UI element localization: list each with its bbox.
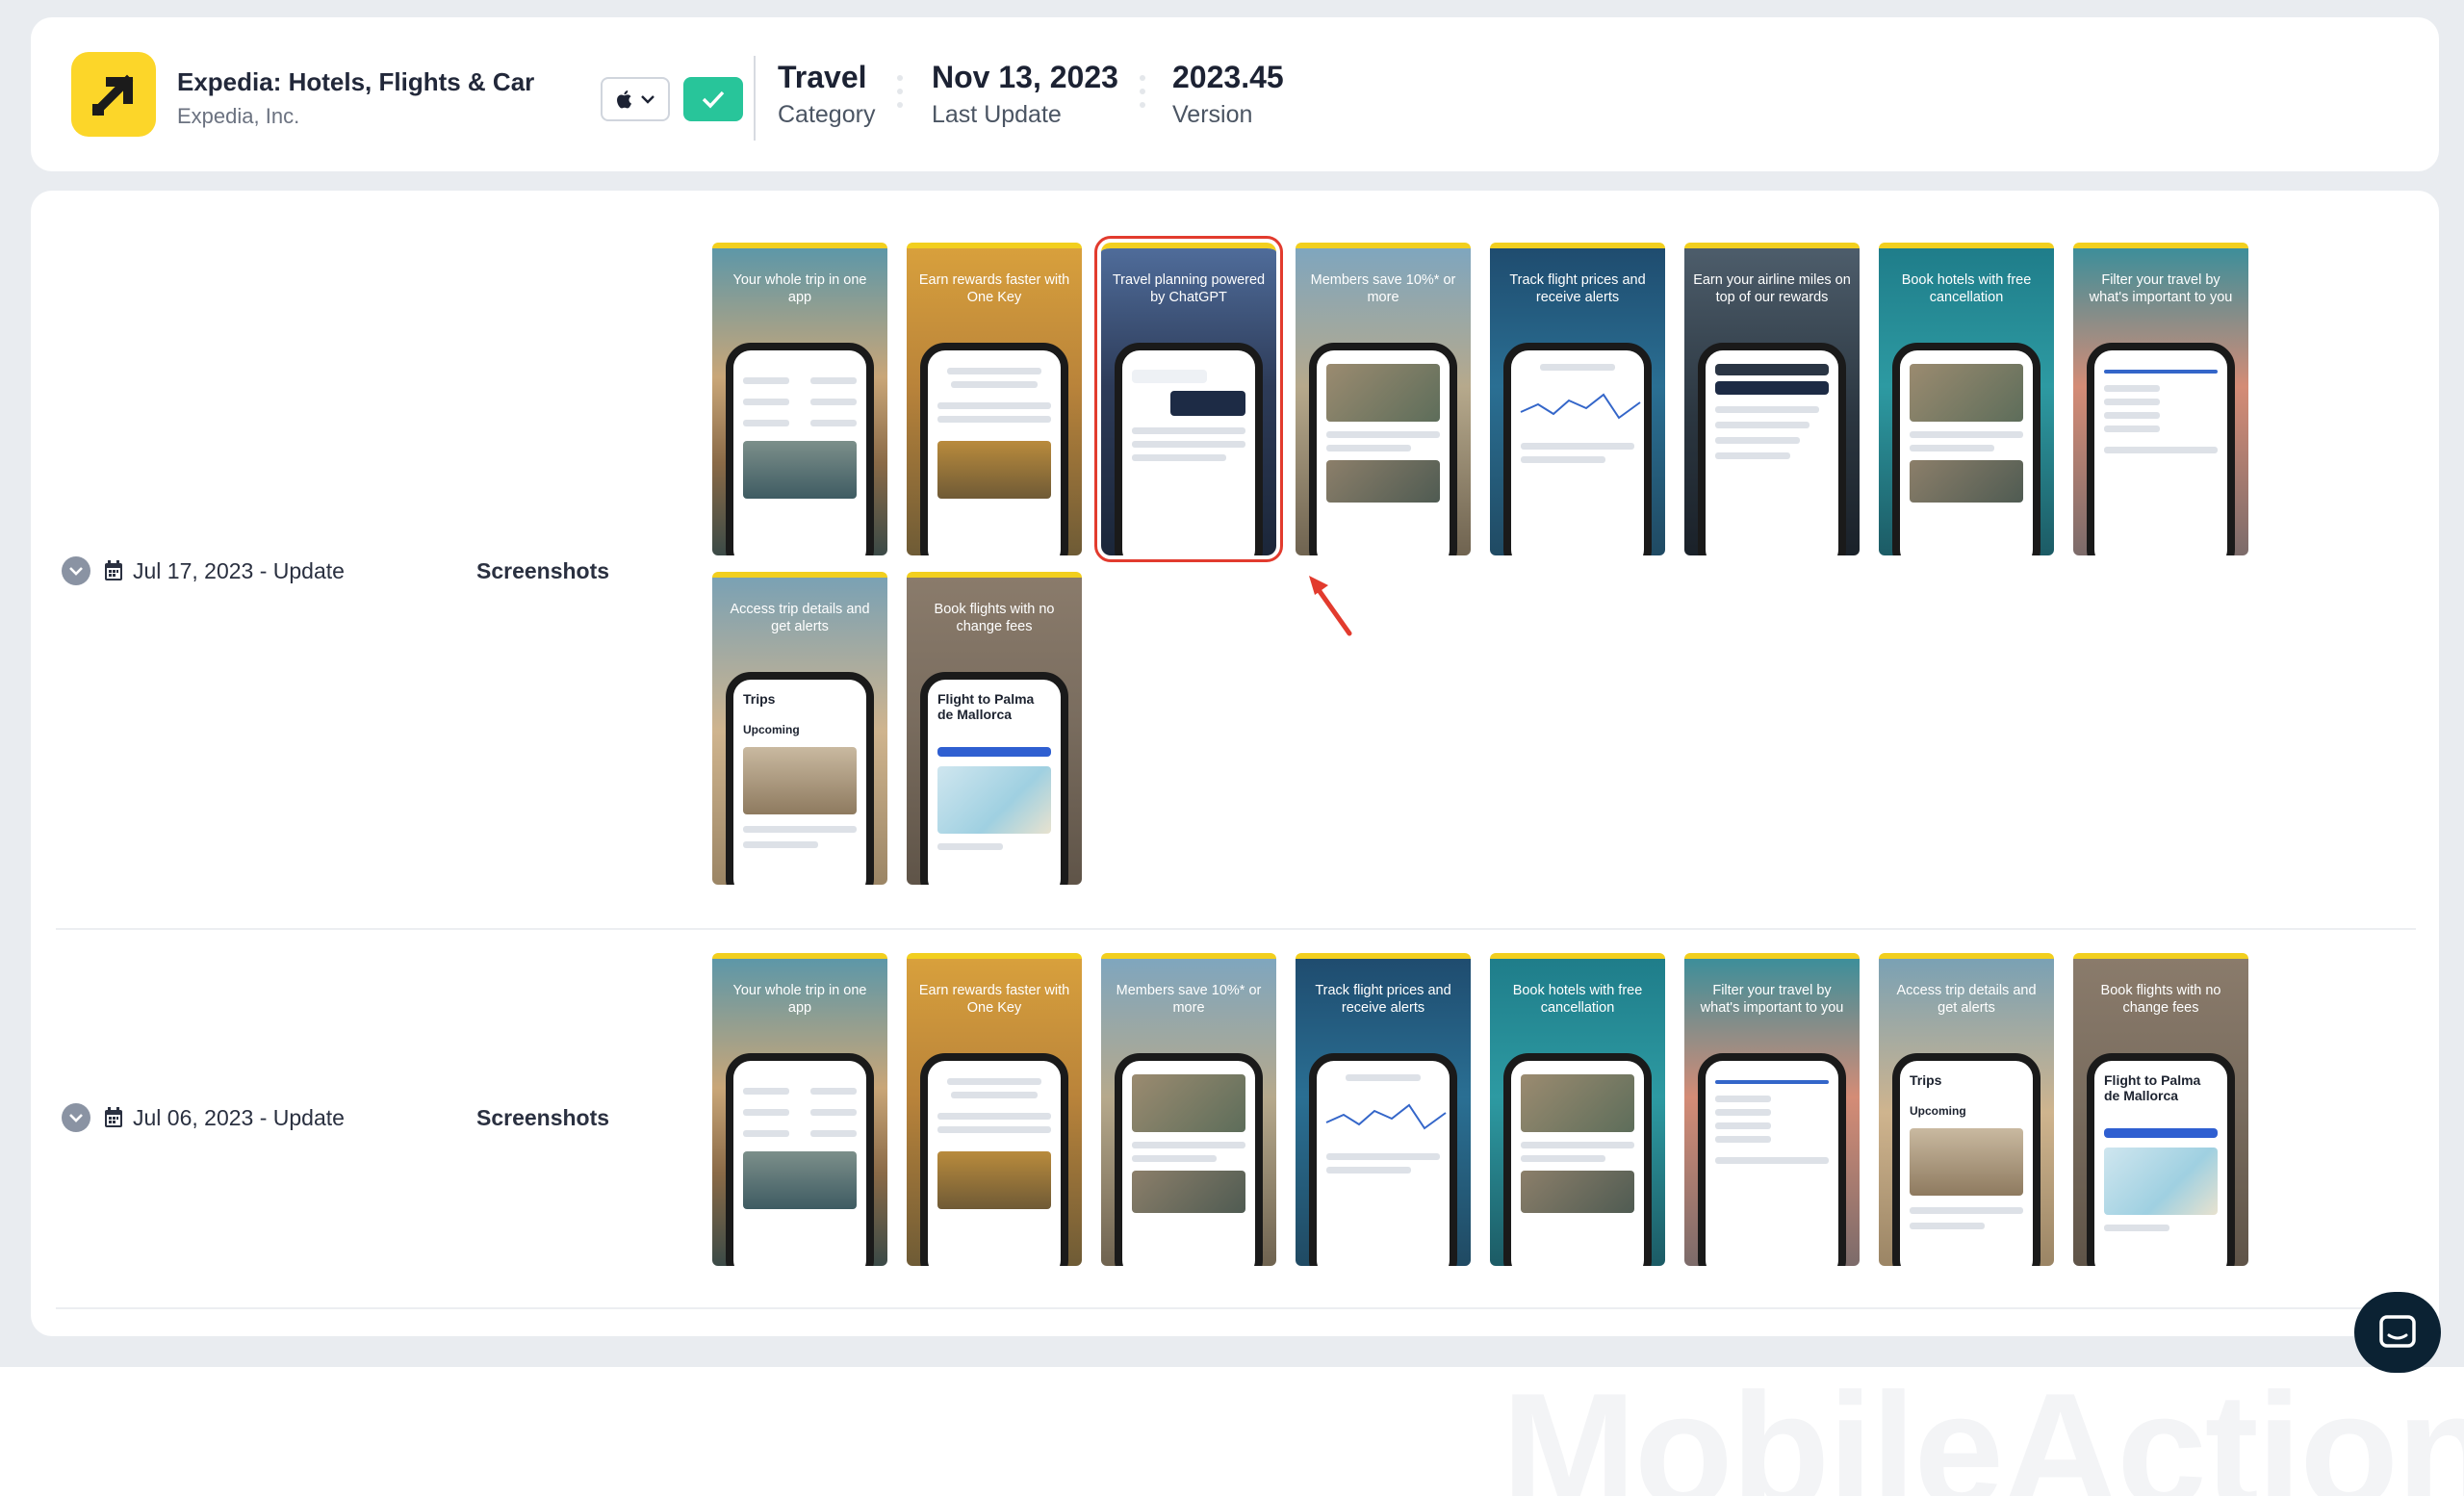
app-name: Expedia: Hotels, Flights & Car [177, 67, 535, 96]
chevron-down-icon [641, 95, 654, 104]
phone-mockup [1309, 343, 1457, 555]
screenshot-caption: Book hotels with free cancellation [1901, 272, 2032, 305]
update-date: Jul 17, 2023 - Update [133, 557, 345, 583]
version-value: 2023.45 [1172, 60, 1284, 94]
header-divider [754, 56, 756, 141]
phone-screen-title: Flight to Palma de Mallorca [2104, 1072, 2201, 1103]
screenshot-thumbnail[interactable]: Book hotels with free cancellation [1879, 243, 2054, 555]
phone-mockup [920, 343, 1068, 555]
last-update-meta: Nov 13, 2023 Last Update [932, 60, 1118, 131]
app-icon[interactable] [71, 52, 156, 137]
phone-mockup [2087, 343, 2235, 555]
meta-dot-separator [897, 75, 903, 108]
app-developer[interactable]: Expedia, Inc. [177, 104, 299, 129]
screenshot-caption: Filter your travel by what's important t… [2089, 272, 2233, 305]
screenshot-thumbnail[interactable]: Access trip details and get alerts Trips U… [712, 572, 887, 885]
phone-mockup [1309, 1053, 1457, 1266]
phone-mockup [1503, 343, 1652, 555]
version-label: Version [1172, 101, 1253, 128]
category-value: Travel [778, 60, 867, 94]
screenshot-thumbnail[interactable]: Travel planning powered by ChatGPT [1094, 236, 1283, 562]
screenshot-thumbnail[interactable]: Book hotels with free cancellation [1490, 953, 1665, 1266]
expand-chevron-icon[interactable] [62, 556, 90, 585]
screenshot-caption: Your whole trip in one app [732, 983, 867, 1016]
phone-mockup [1698, 1053, 1846, 1266]
screenshot-thumbnail[interactable]: Access trip details and get alerts Trips U… [1879, 953, 2054, 1266]
screenshot-thumbnail[interactable]: Earn rewards faster with One Key [907, 953, 1082, 1266]
expedia-arrow-icon [91, 74, 134, 116]
phone-mockup [1503, 1053, 1652, 1266]
screenshot-caption: Filter your travel by what's important t… [1700, 983, 1844, 1016]
update-history-card: Jul 17, 2023 - Update Screenshots Your w… [31, 191, 2439, 1336]
row-divider [56, 1307, 2416, 1309]
screenshot-thumbnail[interactable]: Book flights with no change fees Flight t… [907, 572, 1082, 885]
screenshot-caption: Book hotels with free cancellation [1512, 983, 1643, 1016]
platform-dropdown[interactable] [601, 77, 670, 121]
tracked-toggle-button[interactable] [683, 77, 743, 121]
phone-screen-title: Trips [1910, 1072, 1942, 1088]
screenshot-thumbnail[interactable]: Your whole trip in one app [712, 953, 887, 1266]
phone-screen-subtitle: Upcoming [1910, 1104, 1966, 1118]
chat-icon [2379, 1315, 2416, 1348]
screenshot-caption: Earn your airline miles on top of our re… [1693, 272, 1851, 305]
screenshot-caption: Book flights with no change fees [2100, 983, 2221, 1016]
category-meta: Travel Category [778, 60, 875, 131]
screenshot-thumbnail[interactable]: Book flights with no change fees Flight t… [2073, 953, 2248, 1266]
screenshot-caption: Track flight prices and receive alerts [1315, 983, 1451, 1016]
screenshot-thumbnail[interactable]: Members save 10%* or more [1296, 243, 1471, 555]
screenshot-thumbnail[interactable]: Earn your airline miles on top of our re… [1684, 243, 1860, 555]
update-kind: Screenshots [476, 558, 610, 583]
last-update-value: Nov 13, 2023 [932, 60, 1118, 94]
screenshot-caption: Travel planning powered by ChatGPT [1112, 272, 1266, 305]
category-label: Category [778, 101, 876, 128]
screenshot-thumbnail[interactable]: Earn rewards faster with One Key [907, 243, 1082, 555]
screenshot-caption: Your whole trip in one app [732, 272, 867, 305]
screenshot-thumbnail[interactable]: Track flight prices and receive alerts [1490, 243, 1665, 555]
calendar-icon [105, 560, 122, 580]
phone-mockup [1115, 343, 1263, 555]
screenshot-caption: Members save 10%* or more [1310, 272, 1456, 305]
phone-mockup [726, 1053, 874, 1266]
meta-dot-separator [1140, 75, 1145, 108]
phone-screen-subtitle: Upcoming [743, 723, 800, 736]
update-kind: Screenshots [476, 1105, 610, 1130]
watermark: MobileAction [1502, 1359, 2464, 1496]
update-row-header[interactable]: Jul 06, 2023 - Update [62, 1103, 345, 1132]
phone-mockup [920, 1053, 1068, 1266]
phone-mockup: Flight to Palma de Mallorca [920, 672, 1068, 885]
screenshot-caption: Track flight prices and receive alerts [1509, 272, 1646, 305]
screenshot-caption: Access trip details and get alerts [730, 602, 870, 634]
app-header-card: Expedia: Hotels, Flights & Car Expedia, … [31, 17, 2439, 171]
row-divider [56, 928, 2416, 930]
expand-chevron-icon[interactable] [62, 1103, 90, 1132]
phone-mockup [726, 343, 874, 555]
phone-mockup [1892, 343, 2040, 555]
screenshot-caption: Earn rewards faster with One Key [918, 272, 1070, 305]
highlight-arrow-icon [1309, 576, 1352, 636]
calendar-icon [105, 1107, 122, 1127]
screenshot-caption: Members save 10%* or more [1116, 983, 1262, 1016]
last-update-label: Last Update [932, 101, 1062, 128]
screenshot-thumbnail[interactable]: Members save 10%* or more [1101, 953, 1276, 1266]
update-row-header[interactable]: Jul 17, 2023 - Update [62, 556, 345, 585]
screenshot-thumbnail[interactable]: Track flight prices and receive alerts [1296, 953, 1471, 1266]
screenshot-thumbnail[interactable]: Filter your travel by what's important t… [1684, 953, 1860, 1266]
phone-mockup: Trips Upcoming [1892, 1053, 2040, 1266]
apple-icon [617, 90, 631, 109]
phone-mockup [1698, 343, 1846, 555]
phone-mockup: Trips Upcoming [726, 672, 874, 885]
phone-screen-title: Trips [743, 691, 776, 707]
check-icon [702, 90, 725, 109]
phone-screen-title: Flight to Palma de Mallorca [937, 691, 1035, 722]
update-date: Jul 06, 2023 - Update [133, 1104, 345, 1130]
phone-mockup: Flight to Palma de Mallorca [2087, 1053, 2235, 1266]
screenshot-caption: Access trip details and get alerts [1896, 983, 2037, 1016]
version-meta: 2023.45 Version [1172, 60, 1284, 131]
screenshot-caption: Earn rewards faster with One Key [918, 983, 1070, 1016]
screenshot-thumbnail[interactable]: Your whole trip in one app [712, 243, 887, 555]
phone-mockup [1115, 1053, 1263, 1266]
screenshot-caption: Book flights with no change fees [934, 602, 1055, 634]
screenshot-thumbnail[interactable]: Filter your travel by what's important t… [2073, 243, 2248, 555]
